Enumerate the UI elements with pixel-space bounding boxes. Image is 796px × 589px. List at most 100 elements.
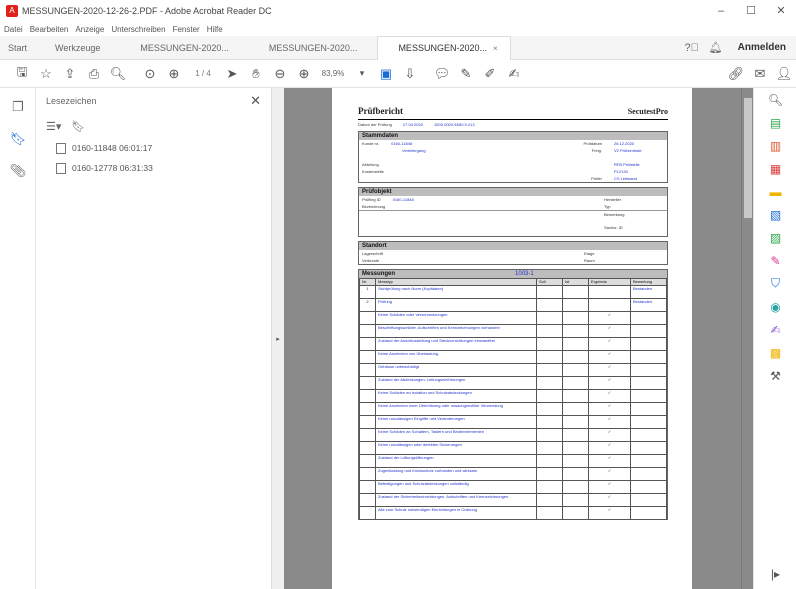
maximize-button[interactable]: ☐ bbox=[736, 0, 766, 22]
edit-pdf-icon[interactable]: ▦ bbox=[754, 157, 796, 180]
field-label: Prüfdatum bbox=[583, 141, 602, 146]
page-current[interactable]: 1 bbox=[195, 69, 199, 78]
tab-doc-3-label: MESSUNGEN-2020... bbox=[398, 43, 487, 53]
table-row: Zugentlastung und Knickschutz vorhanden … bbox=[359, 467, 667, 481]
bookmark-label: 0160-12778 06:31:33 bbox=[72, 163, 153, 173]
select-cursor-icon[interactable]: ➤ bbox=[220, 62, 244, 86]
close-panel-icon[interactable]: ✕ bbox=[250, 93, 261, 109]
tab-tools[interactable]: Werkzeuge bbox=[35, 36, 120, 60]
table-cell-nr bbox=[359, 376, 376, 390]
close-window-button[interactable]: ✕ bbox=[766, 0, 796, 22]
share-user-icon[interactable]: 👤︎ bbox=[772, 62, 796, 86]
combine-files-icon[interactable]: ▧ bbox=[754, 203, 796, 226]
bookmarks-panel-icon[interactable]: 🔖︎ bbox=[0, 126, 36, 152]
tab-doc-3[interactable]: MESSUNGEN-2020... × bbox=[377, 35, 511, 60]
page-up-icon[interactable]: ⊙ bbox=[138, 62, 162, 86]
search-tool-icon[interactable]: 🔍︎ bbox=[754, 88, 796, 111]
scrollbar-thumb[interactable] bbox=[744, 98, 752, 218]
comment-tool-icon[interactable]: ▬ bbox=[754, 180, 796, 203]
table-row: Keine unzulässigen oder defekten Sicheru… bbox=[359, 441, 667, 455]
menu-window[interactable]: Fenster bbox=[173, 25, 200, 34]
table-cell-bew bbox=[630, 441, 667, 455]
highlight-pen-icon[interactable]: ✎ bbox=[454, 62, 478, 86]
sign-icon[interactable]: ✍︎ bbox=[502, 62, 526, 86]
help-icon[interactable]: ?⃝ bbox=[680, 42, 704, 54]
page-indicator[interactable]: 1 / 4 bbox=[186, 69, 220, 78]
upload-icon[interactable]: ⇪ bbox=[58, 62, 82, 86]
table-cell-nr bbox=[359, 311, 376, 325]
new-bookmark-icon[interactable]: 🔖︎ bbox=[71, 120, 85, 133]
zoom-dropdown-icon[interactable]: ▾ bbox=[350, 62, 374, 86]
menu-help[interactable]: Hilfe bbox=[207, 25, 223, 34]
zoom-level[interactable]: 83,9% bbox=[316, 69, 350, 78]
table-cell-nr bbox=[359, 350, 376, 364]
table-cell-erg bbox=[588, 285, 631, 299]
minimize-button[interactable]: – bbox=[706, 0, 736, 22]
table-row: Zustand der Sicherheitseinrichtungen, Au… bbox=[359, 493, 667, 507]
tab-doc-1[interactable]: MESSUNGEN-2020... bbox=[120, 36, 249, 60]
table-cell-erg: ✓ bbox=[588, 467, 631, 481]
table-cell-erg: ✓ bbox=[588, 324, 631, 338]
hand-tool-icon[interactable]: ✋︎ bbox=[244, 62, 268, 86]
zoom-in-icon[interactable]: ⊕ bbox=[292, 62, 316, 86]
table-cell-empty bbox=[562, 376, 589, 390]
menu-file[interactable]: Datei bbox=[4, 25, 23, 34]
table-cell-erg: ✓ bbox=[588, 454, 631, 468]
scroll-mode-icon[interactable]: ⇩ bbox=[398, 62, 422, 86]
table-row: 2 Prüfung Bestanden bbox=[359, 298, 667, 312]
menu-view[interactable]: Anzeige bbox=[75, 25, 104, 34]
create-pdf-icon[interactable]: ▥ bbox=[754, 134, 796, 157]
vertical-scrollbar[interactable] bbox=[741, 88, 753, 589]
menu-edit[interactable]: Bearbeiten bbox=[30, 25, 69, 34]
bookmark-options-icon[interactable]: ☰▾ bbox=[46, 120, 61, 133]
table-cell-empty bbox=[562, 480, 589, 494]
attachments-icon[interactable]: 📎︎ bbox=[0, 158, 36, 184]
export-pdf-icon[interactable]: ▤ bbox=[754, 111, 796, 134]
signin-button[interactable]: Anmelden bbox=[728, 42, 796, 53]
bookmark-item[interactable]: 0160-11848 06:01:17 bbox=[36, 138, 271, 158]
expand-panel-icon[interactable]: |▸ bbox=[754, 562, 796, 585]
protect-icon[interactable]: ⛉ bbox=[754, 272, 796, 295]
comment-icon[interactable]: 💬︎ bbox=[430, 62, 454, 86]
field-label: Typ bbox=[604, 204, 611, 209]
table-cell-erg: ✓ bbox=[588, 415, 631, 429]
save-icon[interactable]: 🖫︎ bbox=[10, 62, 34, 86]
page-fit-icon[interactable]: ▣ bbox=[374, 62, 398, 86]
print-icon[interactable]: ⎙ bbox=[82, 62, 106, 86]
col-header: Nr. bbox=[359, 278, 376, 286]
table-cell-text: Alle zum Schutz notwendigen Einrichtunge… bbox=[375, 506, 537, 520]
table-row: Gehäuse unbeschädigt ✓ bbox=[359, 363, 667, 377]
menu-sign[interactable]: Unterschreiben bbox=[111, 25, 165, 34]
main-toolbar: 🖫︎ ☆ ⇪ ⎙ 🔍︎ ⊙ ⊕ 1 / 4 ➤ ✋︎ ⊖ ⊕ 83,9% ▾ ▣… bbox=[0, 60, 796, 88]
field-label: Lagerschrift bbox=[362, 251, 383, 256]
bookmark-star-icon[interactable]: ☆ bbox=[34, 62, 58, 86]
organize-pages-icon[interactable]: ▨ bbox=[754, 226, 796, 249]
link-icon[interactable]: 🔗︎ bbox=[724, 62, 748, 86]
zoom-out-icon[interactable]: ⊖ bbox=[268, 62, 292, 86]
panel-splitter[interactable]: ▸ bbox=[272, 88, 284, 589]
sign-tool-icon[interactable]: ✍︎ bbox=[754, 318, 796, 341]
draw-icon[interactable]: ✐ bbox=[478, 62, 502, 86]
table-cell-empty bbox=[562, 402, 589, 416]
bookmark-item[interactable]: 0160-12778 06:31:33 bbox=[36, 158, 271, 178]
scan-ocr-icon[interactable]: ▩ bbox=[754, 341, 796, 364]
table-cell-empty bbox=[562, 506, 589, 520]
optimize-icon[interactable]: ◉ bbox=[754, 295, 796, 318]
fill-sign-icon[interactable]: ✎ bbox=[754, 249, 796, 272]
table-cell-text: Zustand der Abdeckungen, Leitungseinführ… bbox=[375, 376, 537, 390]
tab-doc-2[interactable]: MESSUNGEN-2020... bbox=[249, 36, 378, 60]
table-cell-nr: 2 bbox=[359, 298, 376, 312]
page-down-icon[interactable]: ⊕ bbox=[162, 62, 186, 86]
email-icon[interactable]: ✉ bbox=[748, 62, 772, 86]
document-viewport[interactable]: Prüfbericht SecutestPro Datum der Prüfun… bbox=[284, 88, 741, 589]
field-value: RFB Prüfstelle bbox=[614, 162, 640, 167]
notification-bell-icon[interactable]: 🔔︎ bbox=[704, 41, 728, 54]
tab-start[interactable]: Start bbox=[0, 36, 35, 60]
table-cell-bew: Bestanden bbox=[630, 298, 667, 312]
menu-bar: Datei Bearbeiten Anzeige Unterschreiben … bbox=[0, 22, 796, 36]
table-row: Zustand der Anschlussleitung und Steckvo… bbox=[359, 337, 667, 351]
search-icon[interactable]: 🔍︎ bbox=[106, 62, 130, 86]
page-thumbnails-icon[interactable]: ❐ bbox=[0, 94, 36, 120]
more-tools-icon[interactable]: ⚒︎ bbox=[754, 364, 796, 387]
tab-close-icon[interactable]: × bbox=[493, 44, 498, 53]
